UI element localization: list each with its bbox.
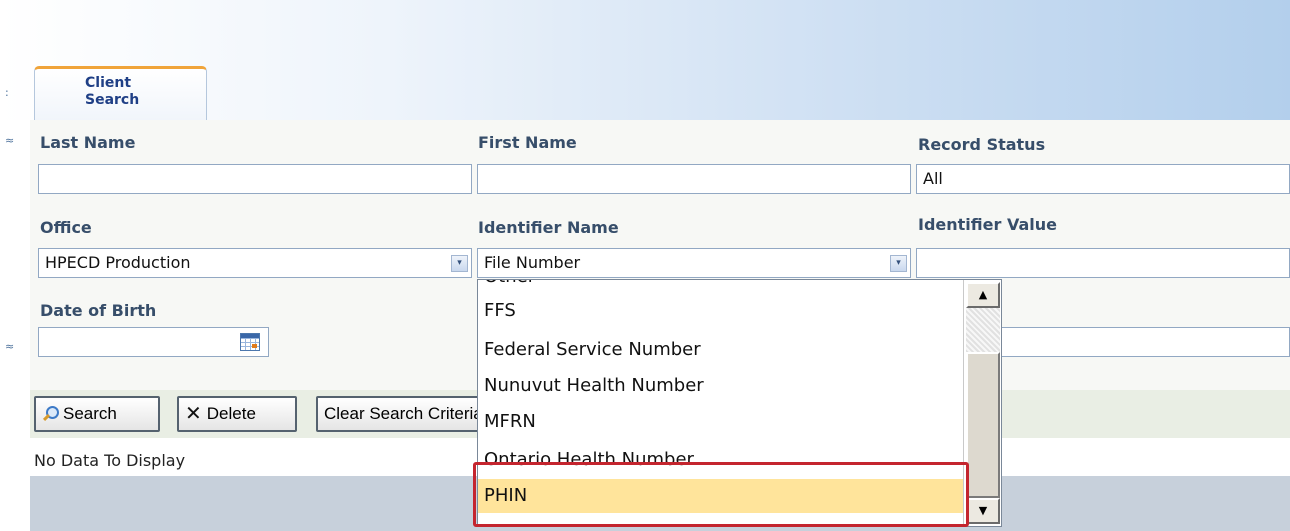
calendar-icon[interactable]	[240, 333, 260, 351]
client-search-app: : ≈ ≈ Client Search Last Name First Name…	[0, 0, 1290, 531]
scrollbar-thumb[interactable]	[966, 352, 1000, 498]
dropdown-option[interactable]: Nunuvut Health Number	[478, 369, 964, 403]
last-name-label: Last Name	[40, 133, 136, 152]
date-of-birth-input[interactable]	[38, 327, 269, 357]
date-of-birth-label: Date of Birth	[40, 301, 157, 320]
office-select-value: HPECD Production	[45, 253, 191, 272]
dropdown-option[interactable]: MFRN	[478, 405, 964, 439]
scroll-down-icon[interactable]: ▼	[966, 498, 1000, 524]
identifier-value-label: Identifier Value	[918, 215, 1057, 234]
delete-button-label: Delete	[206, 404, 256, 423]
record-status-select[interactable]: All	[916, 164, 1290, 194]
scrollbar-track[interactable]	[966, 308, 1000, 352]
dropdown-option[interactable]: Federal Service Number	[478, 333, 964, 367]
chevron-down-icon[interactable]: ▾	[890, 255, 907, 272]
splitter-marker: :	[5, 86, 9, 99]
empty-results-message: No Data To Display	[34, 451, 186, 470]
identifier-name-select[interactable]: File Number ▾	[477, 248, 911, 278]
office-select[interactable]: HPECD Production ▾	[38, 248, 472, 278]
identifier-value-input[interactable]	[916, 248, 1290, 278]
search-button[interactable]: Search	[34, 396, 160, 432]
identifier-name-select-value: File Number	[484, 253, 581, 272]
last-name-input[interactable]	[38, 164, 472, 194]
close-icon: ✕	[185, 403, 202, 425]
search-icon	[42, 406, 59, 422]
office-label: Office	[40, 218, 92, 237]
chevron-down-icon[interactable]: ▾	[451, 255, 468, 272]
first-name-input[interactable]	[477, 164, 911, 194]
collapse-up-icon[interactable]: ≈	[5, 134, 14, 147]
dropdown-option[interactable]: Other	[478, 280, 964, 294]
first-name-label: First Name	[478, 133, 577, 152]
tab-label: Client Search	[85, 75, 140, 108]
record-status-label: Record Status	[918, 135, 1046, 154]
tab-client-search[interactable]: Client Search	[34, 66, 207, 120]
scroll-up-icon[interactable]: ▲	[966, 282, 1000, 308]
collapse-down-icon[interactable]: ≈	[5, 340, 14, 353]
highlight-annotation	[473, 462, 969, 527]
dropdown-option[interactable]: FFS	[478, 294, 964, 328]
delete-button[interactable]: ✕ Delete	[177, 396, 297, 432]
search-button-label: Search	[63, 404, 117, 423]
identifier-name-label: Identifier Name	[478, 218, 619, 237]
clear-search-button-label: Clear Search Criteria	[324, 404, 483, 423]
